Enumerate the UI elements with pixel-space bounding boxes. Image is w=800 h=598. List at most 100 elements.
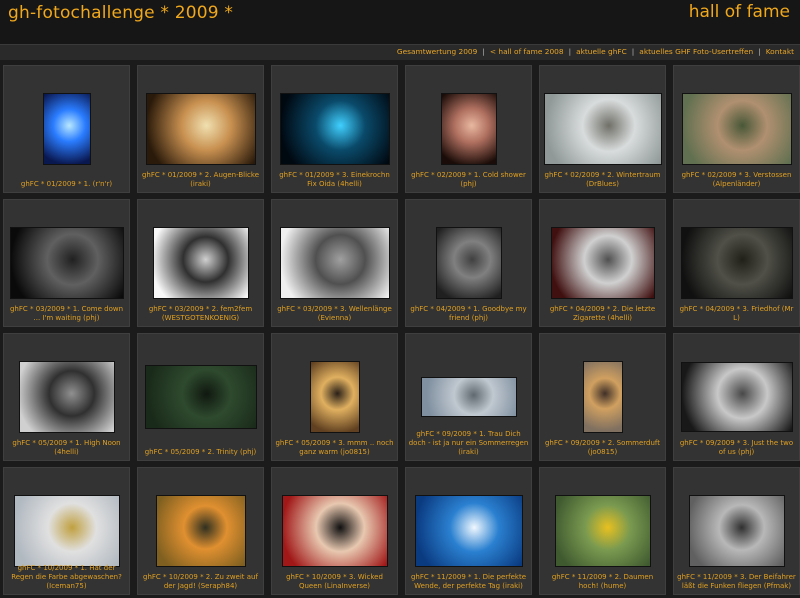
photo-tile[interactable]: ghFC * 04/2009 * 2. Die letzte Zigarette…: [539, 199, 666, 327]
photo-caption[interactable]: ghFC * 04/2009 * 2. Die letzte Zigarette…: [542, 305, 663, 323]
thumbnail-frame: [138, 225, 263, 301]
photo-caption[interactable]: ghFC * 03/2009 * 2. fem2fem (WESTGOTENKO…: [140, 305, 261, 323]
navigation-bar: Gesamtwertung 2009 | < hall of fame 2008 | a…: [0, 44, 800, 60]
photo-thumbnail[interactable]: [681, 93, 792, 165]
photo-thumbnail[interactable]: [554, 495, 651, 567]
photo-caption[interactable]: ghFC * 04/2009 * 1. Goodbye my friend (p…: [408, 305, 529, 323]
site-title[interactable]: gh-fotochallenge * 2009 *: [8, 3, 233, 23]
photo-caption[interactable]: ghFC * 09/2009 * 3. Just the two of us (…: [676, 439, 797, 457]
thumbnail-frame: [674, 359, 799, 435]
photo-tile[interactable]: ghFC * 11/2009 * 1. Die perfekte Wende, …: [405, 467, 532, 595]
photo-tile[interactable]: ghFC * 05/2009 * 3. mmm .. noch ganz war…: [271, 333, 398, 461]
photo-tile[interactable]: ghFC * 09/2009 * 1. Trau Dich doch - ist…: [405, 333, 532, 461]
photo-caption[interactable]: ghFC * 05/2009 * 3. mmm .. noch ganz war…: [274, 439, 395, 457]
photo-thumbnail[interactable]: [18, 361, 115, 433]
photo-thumbnail[interactable]: [582, 361, 623, 433]
photo-thumbnail[interactable]: [440, 93, 497, 165]
photo-caption[interactable]: ghFC * 01/2009 * 2. Augen-Blicke (iraki): [140, 171, 261, 189]
nav-separator: |: [758, 47, 761, 56]
photo-tile[interactable]: ghFC * 05/2009 * 2. Trinity (phj): [137, 333, 264, 461]
thumbnail-frame: [4, 493, 129, 569]
photo-thumbnail[interactable]: [281, 495, 388, 567]
photo-tile[interactable]: ghFC * 03/2009 * 1. Come down ... I'm wa…: [3, 199, 130, 327]
photo-thumbnail[interactable]: [155, 495, 246, 567]
photo-thumbnail[interactable]: [145, 93, 256, 165]
nav-links: Gesamtwertung 2009 | < hall of fame 2008 | a…: [397, 47, 794, 56]
photo-thumbnail[interactable]: [435, 227, 502, 299]
photo-thumbnail[interactable]: [152, 227, 249, 299]
thumbnail-frame: [406, 359, 531, 435]
nav-link-aktuelle-ghfc[interactable]: aktuelle ghFC: [576, 47, 627, 56]
photo-tile[interactable]: ghFC * 01/2009 * 2. Augen-Blicke (iraki): [137, 65, 264, 193]
thumbnail-frame: [674, 91, 799, 167]
photo-tile[interactable]: ghFC * 04/2009 * 1. Goodbye my friend (p…: [405, 199, 532, 327]
photo-tile[interactable]: ghFC * 03/2009 * 2. fem2fem (WESTGOTENKO…: [137, 199, 264, 327]
photo-thumbnail[interactable]: [550, 227, 655, 299]
thumbnail-frame: [272, 91, 397, 167]
photo-thumbnail[interactable]: [680, 362, 793, 432]
photo-caption[interactable]: ghFC * 02/2009 * 3. Verstossen (Alpenlän…: [676, 171, 797, 189]
photo-caption[interactable]: ghFC * 10/2009 * 2. Zu zweit auf der Jag…: [140, 573, 261, 591]
thumbnail-frame: [272, 225, 397, 301]
thumbnail-frame: [540, 359, 665, 435]
photo-thumbnail[interactable]: [688, 495, 785, 567]
photo-thumbnail[interactable]: [9, 227, 124, 299]
photo-caption[interactable]: ghFC * 01/2009 * 1. (r'n'r): [6, 180, 127, 189]
photo-tile[interactable]: ghFC * 11/2009 * 2. Daumen hoch! (hume): [539, 467, 666, 595]
photo-caption[interactable]: ghFC * 04/2009 * 3. Friedhof (Mr L): [676, 305, 797, 323]
photo-caption[interactable]: ghFC * 10/2009 * 3. Wicked Queen (LinaIn…: [274, 573, 395, 591]
photo-thumbnail[interactable]: [144, 365, 257, 429]
photo-thumbnail[interactable]: [680, 227, 793, 299]
photo-tile[interactable]: ghFC * 01/2009 * 3. Einekrochn Fix Oida …: [271, 65, 398, 193]
photo-thumbnail[interactable]: [309, 361, 360, 433]
photo-caption[interactable]: ghFC * 09/2009 * 2. Sommerduft (jo0815): [542, 439, 663, 457]
thumbnail-frame: [272, 359, 397, 435]
nav-separator: |: [482, 47, 485, 56]
thumbnail-frame: [406, 91, 531, 167]
photo-tile[interactable]: ghFC * 10/2009 * 2. Zu zweit auf der Jag…: [137, 467, 264, 595]
photo-caption[interactable]: ghFC * 05/2009 * 1. High Noon (4helli): [6, 439, 127, 457]
photo-caption[interactable]: ghFC * 11/2009 * 3. Der Beifahrer läßt d…: [676, 573, 797, 591]
thumbnail-frame: [540, 225, 665, 301]
thumbnail-frame: [272, 493, 397, 569]
photo-tile[interactable]: ghFC * 01/2009 * 1. (r'n'r): [3, 65, 130, 193]
nav-link-kontakt[interactable]: Kontakt: [766, 47, 794, 56]
photo-tile[interactable]: ghFC * 04/2009 * 3. Friedhof (Mr L): [673, 199, 800, 327]
photo-caption[interactable]: ghFC * 02/2009 * 2. Wintertraum (DrBlues…: [542, 171, 663, 189]
nav-link-hall-of-fame-2008[interactable]: < hall of fame 2008: [490, 47, 564, 56]
photo-thumbnail[interactable]: [42, 93, 91, 165]
photo-tile[interactable]: ghFC * 02/2009 * 3. Verstossen (Alpenlän…: [673, 65, 800, 193]
photo-thumbnail[interactable]: [13, 495, 120, 567]
thumbnail-frame: [406, 225, 531, 301]
photo-caption[interactable]: ghFC * 02/2009 * 1. Cold shower (phj): [408, 171, 529, 189]
photo-tile[interactable]: ghFC * 11/2009 * 3. Der Beifahrer läßt d…: [673, 467, 800, 595]
photo-caption[interactable]: ghFC * 09/2009 * 1. Trau Dich doch - ist…: [408, 430, 529, 457]
thumbnail-frame: [138, 359, 263, 435]
photo-caption[interactable]: ghFC * 05/2009 * 2. Trinity (phj): [140, 448, 261, 457]
photo-thumbnail[interactable]: [279, 93, 390, 165]
photo-tile[interactable]: ghFC * 09/2009 * 3. Just the two of us (…: [673, 333, 800, 461]
photo-caption[interactable]: ghFC * 10/2009 * 1. Hat der Regen die Fa…: [6, 564, 127, 591]
photo-caption[interactable]: ghFC * 11/2009 * 2. Daumen hoch! (hume): [542, 573, 663, 591]
nav-link-gesamtwertung[interactable]: Gesamtwertung 2009: [397, 47, 478, 56]
nav-separator: |: [631, 47, 635, 56]
photo-caption[interactable]: ghFC * 03/2009 * 1. Come down ... I'm wa…: [6, 305, 127, 323]
photo-caption[interactable]: ghFC * 01/2009 * 3. Einekrochn Fix Oida …: [274, 171, 395, 189]
photo-thumbnail[interactable]: [414, 495, 523, 567]
nav-link-usertreffen[interactable]: aktuelles GHF Foto-Usertreffen: [639, 47, 753, 56]
photo-caption[interactable]: ghFC * 11/2009 * 1. Die perfekte Wende, …: [408, 573, 529, 591]
photo-tile[interactable]: ghFC * 03/2009 * 3. Wellenlänge (Evienna…: [271, 199, 398, 327]
photo-caption[interactable]: ghFC * 03/2009 * 3. Wellenlänge (Evienna…: [274, 305, 395, 323]
header: gh-fotochallenge * 2009 * hall of fame: [0, 0, 800, 44]
photo-tile[interactable]: ghFC * 05/2009 * 1. High Noon (4helli): [3, 333, 130, 461]
thumbnail-frame: [674, 225, 799, 301]
photo-thumbnail[interactable]: [543, 93, 662, 165]
photo-thumbnail[interactable]: [420, 377, 517, 417]
photo-tile[interactable]: ghFC * 02/2009 * 2. Wintertraum (DrBlues…: [539, 65, 666, 193]
photo-tile[interactable]: ghFC * 09/2009 * 2. Sommerduft (jo0815): [539, 333, 666, 461]
thumbnail-frame: [4, 91, 129, 167]
photo-tile[interactable]: ghFC * 10/2009 * 1. Hat der Regen die Fa…: [3, 467, 130, 595]
photo-tile[interactable]: ghFC * 02/2009 * 1. Cold shower (phj): [405, 65, 532, 193]
photo-thumbnail[interactable]: [279, 227, 390, 299]
photo-tile[interactable]: ghFC * 10/2009 * 3. Wicked Queen (LinaIn…: [271, 467, 398, 595]
